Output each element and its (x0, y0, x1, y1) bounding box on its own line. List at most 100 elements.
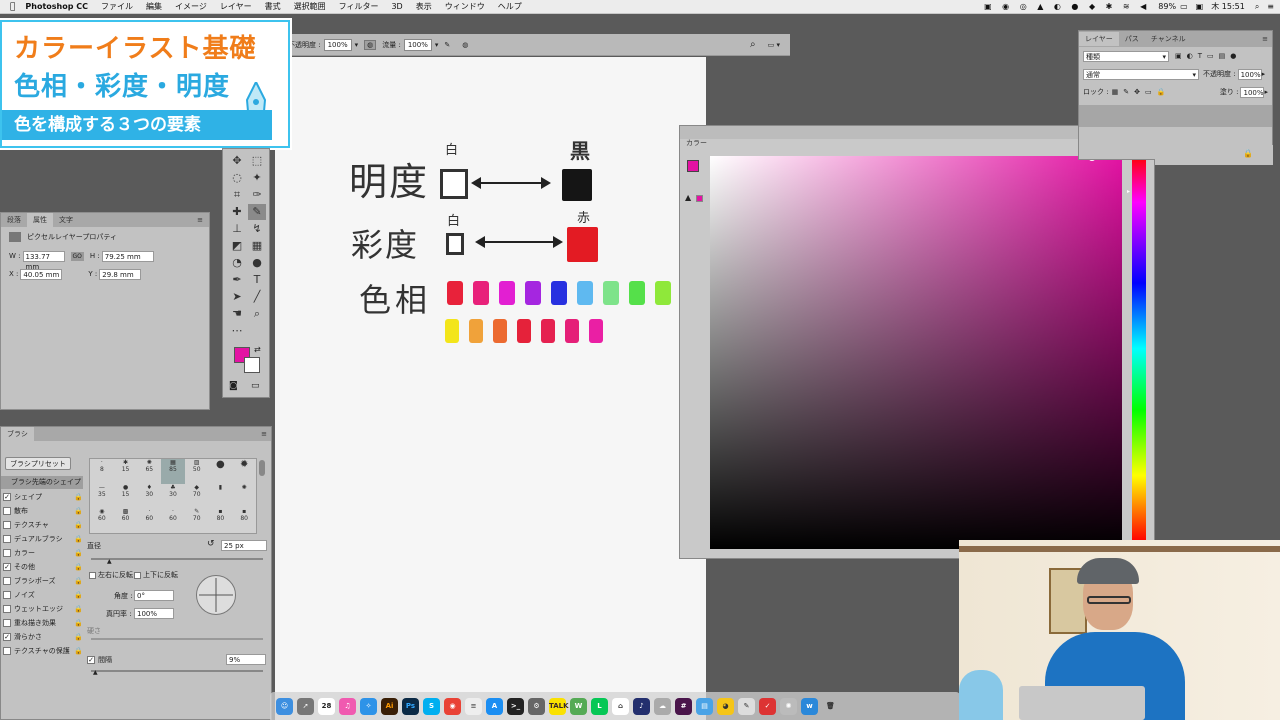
search-icon[interactable]: ⌕ (1255, 2, 1259, 12)
gradient-icon[interactable]: ▦ (248, 238, 266, 254)
brush-tip[interactable]: ♦ 30 (137, 484, 161, 509)
brush-preset-button[interactable]: ブラシプリセット (5, 457, 71, 470)
tab-layers[interactable]: レイヤー (1079, 32, 1119, 46)
lasso-tool-icon[interactable]: ◌ (228, 170, 246, 186)
layer-kind-select[interactable]: 種類 ▾ (1083, 50, 1169, 62)
finder-icon[interactable]: ☺ (276, 697, 293, 715)
list-icon[interactable]: ≡ (1267, 2, 1274, 11)
size-slider[interactable] (91, 558, 263, 560)
fill-input[interactable]: 100% (1240, 86, 1265, 98)
cloud-icon[interactable]: ☁ (654, 697, 671, 715)
quick-mask-icon[interactable]: ◙ (229, 381, 238, 391)
brush-tip[interactable]: —35 (90, 484, 114, 509)
slack-icon[interactable]: # (675, 697, 692, 715)
flip-y-row[interactable]: 上下に反転 (134, 570, 178, 580)
brush-option-noise[interactable]: ノイズ 🔒 (1, 588, 83, 602)
checkbox[interactable]: ✓ (3, 563, 11, 571)
checkbox[interactable]: ✓ (3, 493, 11, 501)
tab-paths[interactable]: パス (1119, 32, 1145, 46)
swap-colors-icon[interactable]: ⇄ (254, 345, 261, 354)
lock-icon[interactable]: 🔒 (74, 591, 83, 599)
launchpad-icon[interactable]: ➚ (297, 697, 314, 715)
workspace-icon[interactable]: ▭ ▾ (768, 41, 780, 49)
brush-tip[interactable]: · 60 (137, 508, 161, 533)
flip-x-row[interactable]: 左右に反転 (89, 570, 133, 580)
brush-option-texture[interactable]: テクスチャ 🔒 (1, 518, 83, 532)
brush-tip-selected[interactable]: ▦ 85 (161, 459, 185, 484)
brush-tip[interactable]: ✹ (232, 459, 256, 484)
brush-tip[interactable]: ▩ 60 (114, 508, 138, 533)
checkbox[interactable] (3, 591, 11, 599)
flow-input[interactable]: 100% (403, 38, 432, 51)
brush-option-scatter[interactable]: 散布 🔒 (1, 504, 83, 518)
checkbox[interactable]: ✓ (3, 633, 11, 641)
lock-icon[interactable]: 🔒 (74, 577, 83, 585)
lock-icon[interactable]: 🔒 (74, 549, 83, 557)
airbrush-icon[interactable]: ✎ (444, 41, 450, 49)
checkbox[interactable] (3, 549, 11, 557)
wacom-icon[interactable]: W (570, 697, 587, 715)
tab-properties[interactable]: 属性 (27, 213, 53, 227)
brush-tip[interactable]: ♣ 30 (161, 484, 185, 509)
pressure-opacity-icon[interactable]: ◍ (364, 39, 377, 50)
history-brush-icon[interactable]: ↯ (248, 221, 266, 237)
marquee-tool-icon[interactable]: ⬚ (248, 153, 266, 169)
amazon-music-icon[interactable]: ♪ (633, 697, 650, 715)
skype-icon[interactable]: S (423, 697, 440, 715)
line-tool-icon[interactable]: ╱ (248, 289, 266, 305)
hand-tool-icon[interactable]: ☚ (228, 306, 246, 322)
brush-tip[interactable]: ▪ 80 (209, 508, 233, 533)
brush-option-color[interactable]: カラー 🔒 (1, 546, 83, 560)
battery-icon[interactable]: ▭ (1180, 2, 1188, 11)
pdf-icon[interactable]: ✓ (759, 697, 776, 715)
eyedropper-icon[interactable]: ✑ (248, 187, 266, 203)
photoshop-icon[interactable]: Ps (402, 697, 419, 715)
fg-color-swatch[interactable] (687, 160, 699, 172)
checkbox[interactable] (3, 577, 11, 585)
lock-icon[interactable]: 🔒 (74, 605, 83, 613)
tab-character[interactable]: 文字 (53, 213, 79, 227)
chevron-down-icon[interactable]: ▸ (1264, 88, 1268, 96)
line-icon[interactable]: L (591, 697, 608, 715)
crop-tool-icon[interactable]: ⌗ (228, 187, 246, 203)
gamut-swatch[interactable] (696, 195, 703, 202)
terminal-icon[interactable]: >_ (507, 697, 524, 715)
brush-tip-shape-item[interactable]: ブラシ先端のシェイプ (1, 476, 83, 489)
more-tools-icon[interactable]: ⋯ (228, 323, 246, 339)
dodge-tool-icon[interactable]: ● (248, 255, 266, 271)
brush-tip[interactable]: ◆ 70 (185, 484, 209, 509)
opacity-input[interactable]: 100% (323, 38, 352, 51)
layer-row[interactable] (1079, 105, 1272, 127)
spacing-slider-handle[interactable]: ▲ (93, 669, 98, 676)
chevron-down-icon[interactable]: ▾ (435, 41, 439, 49)
home-icon[interactable]: ⌂ (612, 697, 629, 715)
brush-tip[interactable]: ✱ 15 (114, 459, 138, 484)
pressure-size-icon[interactable]: ◍ (462, 41, 468, 49)
preview-icon[interactable]: ▤ (696, 697, 713, 715)
utility-icon[interactable]: ✺ (780, 697, 797, 715)
saturation-brightness-field[interactable] (710, 153, 1122, 549)
brush-option-other[interactable]: ✓ その他 🔒 (1, 560, 83, 574)
angle-input[interactable]: 0° (134, 590, 174, 601)
zoom-tool-icon[interactable]: ⌕ (248, 306, 266, 322)
checkbox[interactable] (134, 571, 141, 579)
angle-roundness-widget[interactable] (196, 575, 236, 615)
notes-icon[interactable]: ≡ (465, 697, 482, 715)
reset-size-icon[interactable]: ↺ (207, 539, 215, 549)
panel-menu-icon[interactable]: ≡ (255, 427, 271, 441)
menu-layer[interactable]: レイヤー (220, 1, 252, 12)
menu-filter[interactable]: フィルター (339, 1, 379, 12)
pen-tool-icon[interactable]: ✒ (228, 272, 246, 288)
brush-tip[interactable]: ✎ 70 (185, 508, 209, 533)
lock-icon[interactable]: 🔒 (74, 535, 83, 543)
lock-icons[interactable]: ▦✎✥▭🔒 (1112, 88, 1171, 96)
menu-file[interactable]: ファイル (101, 1, 133, 12)
wunderlist-icon[interactable]: w (801, 697, 818, 715)
tab-brush[interactable]: ブラシ (1, 427, 34, 441)
panel-menu-icon[interactable]: ≡ (1256, 32, 1272, 46)
chevron-down-icon[interactable]: ▸ (1262, 70, 1266, 78)
brush-option-protect-texture[interactable]: テクスチャの保護 🔒 (1, 644, 83, 658)
checkbox[interactable] (3, 507, 11, 515)
blend-mode-select[interactable]: 通常 ▾ (1083, 68, 1199, 80)
menu-window[interactable]: ウィンドウ (445, 1, 485, 12)
